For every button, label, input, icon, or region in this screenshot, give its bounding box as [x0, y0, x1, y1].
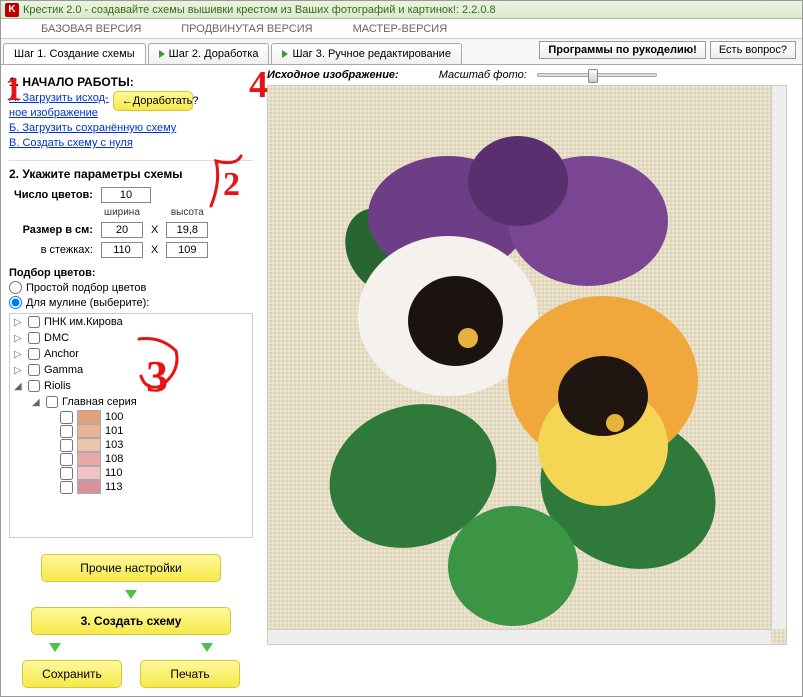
left-panel: 1. НАЧАЛО РАБОТЫ: А. Загрузить исход- но… [1, 65, 261, 696]
tree-color-item[interactable]: 108 [10, 452, 252, 466]
tree-color-item[interactable]: 100 [10, 410, 252, 424]
tree-color-item[interactable]: 103 [10, 438, 252, 452]
tree-checkbox[interactable] [60, 453, 73, 466]
zoom-slider[interactable] [537, 73, 657, 77]
tree-item[interactable]: ◢Riolis [10, 378, 252, 394]
window-titlebar: K Крестик 2.0 - создавайте схемы вышивки… [1, 1, 802, 19]
preview-image [308, 126, 748, 626]
radio-simple[interactable]: Простой подбор цветов [9, 281, 253, 294]
create-scheme-button[interactable]: 3. Создать схему [31, 607, 231, 635]
scrollbar-horizontal[interactable] [268, 629, 771, 644]
image-canvas[interactable] [267, 85, 787, 645]
zoom-label: Масштаб фото: [439, 69, 527, 81]
arrow-icon [282, 50, 288, 58]
other-settings-button[interactable]: Прочие настройки [41, 554, 221, 582]
source-image-title: Исходное изображение: [267, 69, 399, 81]
slider-thumb[interactable] [588, 69, 598, 83]
tab-step1[interactable]: Шаг 1. Создание схемы [3, 43, 146, 64]
color-swatch [77, 424, 101, 438]
app-icon: K [5, 3, 19, 17]
params-header: 2. Укажите параметры схемы [9, 167, 253, 181]
tree-color-item[interactable]: 113 [10, 480, 252, 494]
tree-checkbox[interactable] [28, 316, 40, 328]
print-button[interactable]: Печать [140, 660, 240, 688]
colors-label: Число цветов: [11, 186, 96, 204]
scrollbar-vertical[interactable] [771, 86, 786, 629]
width-st-input[interactable] [101, 242, 143, 258]
color-swatch [77, 480, 101, 494]
thread-tree[interactable]: ▷ПНК им.Кирова▷DMC▷Anchor▷Gamma◢Riolis◢Г… [9, 313, 253, 538]
tree-checkbox[interactable] [28, 380, 40, 392]
height-st-input[interactable] [166, 242, 208, 258]
tree-color-item[interactable]: 110 [10, 466, 252, 480]
tree-checkbox[interactable] [46, 396, 58, 408]
link-load-source[interactable]: А. Загрузить исход- ное изображение [9, 91, 109, 121]
menu-master[interactable]: МАСТЕР-ВЕРСИЯ [353, 23, 448, 35]
color-swatch [77, 452, 101, 466]
menu-base[interactable]: БАЗОВАЯ ВЕРСИЯ [41, 23, 141, 35]
tree-checkbox[interactable] [28, 348, 40, 360]
tab-step2[interactable]: Шаг 2. Доработка [148, 43, 270, 64]
color-swatch [77, 466, 101, 480]
arrow-down-icon [201, 643, 213, 652]
toggle-icon[interactable]: ▷ [14, 365, 24, 376]
link-load-saved[interactable]: Б. Загрузить сохранённую схему [9, 121, 253, 136]
link-create-from-scratch[interactable]: В. Создать схему с нуля [9, 136, 253, 151]
podbor-header: Подбор цветов: [9, 267, 253, 279]
tree-subitem[interactable]: ◢Главная серия [10, 394, 252, 410]
tree-checkbox[interactable] [60, 425, 73, 438]
tree-item[interactable]: ▷ПНК им.Кирова [10, 314, 252, 330]
arrow-down-icon [125, 590, 137, 599]
tree-item[interactable]: ▷Gamma [10, 362, 252, 378]
arrow-icon [159, 50, 165, 58]
programs-button[interactable]: Программы по рукоделию! [539, 41, 705, 59]
start-header: 1. НАЧАЛО РАБОТЫ: [9, 75, 253, 89]
height-header: высота [163, 206, 211, 219]
tree-checkbox[interactable] [60, 411, 73, 424]
width-cm-input[interactable] [101, 222, 143, 238]
tree-checkbox[interactable] [60, 467, 73, 480]
toggle-icon[interactable]: ◢ [14, 381, 24, 392]
tree-item[interactable]: ▷DMC [10, 330, 252, 346]
size-cm-label: Размер в см: [11, 221, 96, 239]
window-title: Крестик 2.0 - создавайте схемы вышивки к… [23, 1, 496, 19]
toggle-icon[interactable]: ◢ [32, 397, 42, 408]
dorabot-button[interactable]: ←Доработать? [113, 91, 193, 111]
save-button[interactable]: Сохранить [22, 660, 122, 688]
color-swatch [77, 438, 101, 452]
tree-item[interactable]: ▷Anchor [10, 346, 252, 362]
toggle-icon[interactable]: ▷ [14, 317, 24, 328]
tree-color-item[interactable]: 101 [10, 424, 252, 438]
toggle-icon[interactable]: ▷ [14, 333, 24, 344]
toggle-icon[interactable]: ▷ [14, 349, 24, 360]
width-header: ширина [98, 206, 146, 219]
tree-checkbox[interactable] [60, 481, 73, 494]
radio-mouline[interactable]: Для мулине (выберите): [9, 296, 253, 309]
question-button[interactable]: Есть вопрос? [710, 41, 796, 59]
tab-step3[interactable]: Шаг 3. Ручное редактирование [271, 43, 462, 64]
height-cm-input[interactable] [166, 222, 208, 238]
color-swatch [77, 410, 101, 424]
tree-checkbox[interactable] [28, 332, 40, 344]
arrow-down-icon [49, 643, 61, 652]
menu-advanced[interactable]: ПРОДВИНУТАЯ ВЕРСИЯ [181, 23, 312, 35]
tab-row: Шаг 1. Создание схемы Шаг 2. Доработка Ш… [1, 39, 802, 65]
tree-checkbox[interactable] [28, 364, 40, 376]
tree-checkbox[interactable] [60, 439, 73, 452]
right-panel: Исходное изображение: Масштаб фото: [261, 65, 802, 696]
colors-input[interactable] [101, 187, 151, 203]
size-stitch-label: в стежках: [11, 241, 96, 259]
menubar: БАЗОВАЯ ВЕРСИЯ ПРОДВИНУТАЯ ВЕРСИЯ МАСТЕР… [1, 19, 802, 39]
